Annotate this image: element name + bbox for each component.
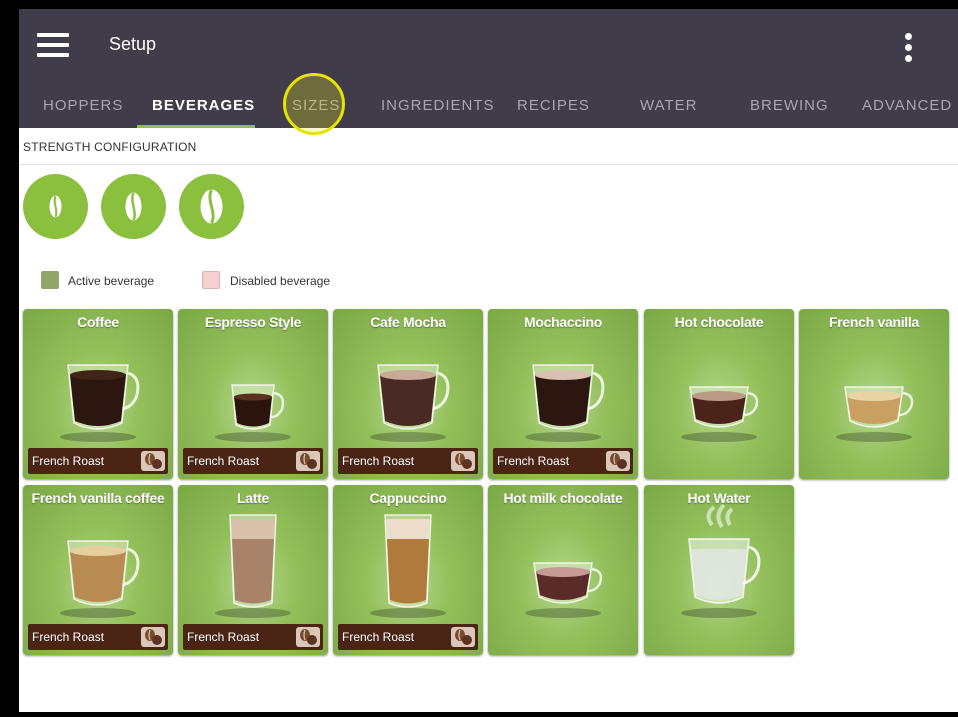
hamburger-menu-icon[interactable] <box>37 33 69 57</box>
bean-mild-icon <box>49 195 62 218</box>
beverage-name: Hot chocolate <box>674 314 764 330</box>
beverage-card[interactable]: Cafe Mocha French Roast <box>333 309 483 479</box>
bean-strong-icon <box>200 189 223 224</box>
more-vert-icon[interactable] <box>899 33 919 65</box>
beverage-card[interactable]: Hot chocolate <box>644 309 794 479</box>
coffee-beans-icon <box>606 451 630 471</box>
roast-label: French Roast <box>497 454 570 468</box>
roast-label: French Roast <box>187 630 260 644</box>
strength-strong-button[interactable] <box>179 174 244 239</box>
coffee-beans-icon <box>451 451 475 471</box>
beverage-name: French vanilla <box>829 314 919 330</box>
active-legend-label: Active beverage <box>68 274 155 288</box>
roast-label: French Roast <box>32 630 105 644</box>
beverage-card[interactable]: French vanilla coffee French Roast <box>23 485 173 655</box>
disabled-legend-swatch <box>202 271 220 289</box>
roast-label: French Roast <box>342 454 415 468</box>
tab-beverages[interactable]: BEVERAGES <box>152 97 255 114</box>
roast-bar[interactable]: French Roast <box>493 448 633 474</box>
coffee-beans-icon <box>141 451 165 471</box>
roast-bar[interactable]: French Roast <box>183 448 323 474</box>
beverage-card[interactable]: French vanilla <box>799 309 949 479</box>
active-tab-indicator <box>137 125 255 128</box>
disabled-legend-label: Disabled beverage <box>230 274 331 288</box>
roast-bar[interactable]: French Roast <box>28 448 168 474</box>
beverage-name: Espresso Style <box>204 314 302 330</box>
beverage-name: Latte <box>237 490 269 506</box>
tab-ingredients[interactable]: INGREDIENTS <box>381 97 495 114</box>
beverage-card[interactable]: Hot milk chocolate <box>488 485 638 655</box>
beverage-card[interactable]: Mochaccino French Roast <box>488 309 638 479</box>
setup-screen: Setup HOPPERS BEVERAGES SIZES INGREDIENT… <box>19 9 958 712</box>
beverage-card[interactable]: Espresso Style French Roast <box>178 309 328 479</box>
beverage-card[interactable]: Cappuccino French Roast <box>333 485 483 655</box>
strength-medium-button[interactable] <box>101 174 166 239</box>
beverage-name: Mochaccino <box>524 314 602 330</box>
beverage-name: French vanilla coffee <box>31 490 165 506</box>
beverage-card[interactable]: Latte French Roast <box>178 485 328 655</box>
tab-recipes[interactable]: RECIPES <box>517 97 590 114</box>
tab-water[interactable]: WATER <box>640 97 698 114</box>
divider <box>19 164 958 165</box>
tab-hoppers[interactable]: HOPPERS <box>43 97 123 114</box>
beverage-name: Hot milk chocolate <box>503 490 623 506</box>
beverage-name: Cafe Mocha <box>370 314 446 330</box>
roast-label: French Roast <box>32 454 105 468</box>
coffee-beans-icon <box>451 627 475 647</box>
tab-advanced[interactable]: ADVANCED <box>862 97 952 114</box>
beverage-card[interactable]: Coffee French Roast <box>23 309 173 479</box>
roast-bar[interactable]: French Roast <box>338 624 478 650</box>
beverage-name: Coffee <box>77 314 119 330</box>
roast-label: French Roast <box>187 454 260 468</box>
coffee-beans-icon <box>141 627 165 647</box>
roast-bar[interactable]: French Roast <box>183 624 323 650</box>
roast-bar[interactable]: French Roast <box>28 624 168 650</box>
roast-label: French Roast <box>342 630 415 644</box>
tab-brewing[interactable]: BREWING <box>750 97 829 114</box>
touch-indicator <box>283 73 345 135</box>
bean-medium-icon <box>125 192 142 221</box>
strength-mild-button[interactable] <box>23 174 88 239</box>
coffee-beans-icon <box>296 627 320 647</box>
roast-bar[interactable]: French Roast <box>338 448 478 474</box>
strength-configuration-label: STRENGTH CONFIGURATION <box>23 140 197 154</box>
beverage-name: Cappuccino <box>369 490 447 506</box>
coffee-beans-icon <box>296 451 320 471</box>
page-title: Setup <box>109 34 157 54</box>
beverage-card[interactable]: Hot Water <box>644 485 794 655</box>
active-legend-swatch <box>41 271 59 289</box>
beverage-name: Hot Water <box>687 490 751 506</box>
app-bar: Setup HOPPERS BEVERAGES SIZES INGREDIENT… <box>19 9 958 135</box>
